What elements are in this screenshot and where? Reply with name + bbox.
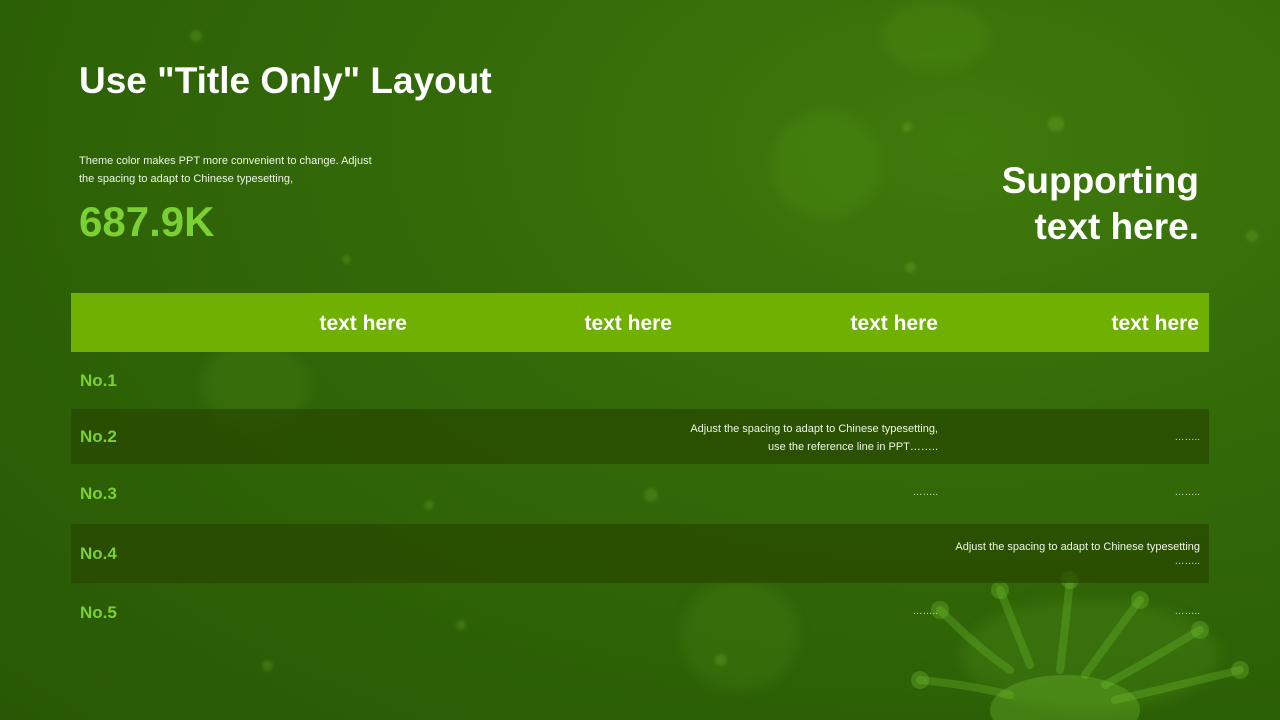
table-row: No.3 …….. …….. <box>71 464 1209 524</box>
table-header: text here text here text here text here <box>71 293 1209 352</box>
dot-decoration <box>342 255 351 264</box>
supporting-text: Supporting text here. <box>879 158 1199 250</box>
table-row: No.2 Adjust the spacing to adapt to Chin… <box>71 409 1209 464</box>
column-header: text here <box>850 312 938 335</box>
bokeh-decoration <box>770 110 880 220</box>
table-cell: …….. <box>912 487 938 498</box>
table-cell: …….. <box>1174 487 1200 498</box>
table-cell: …….. <box>912 606 938 617</box>
row-label: No.2 <box>80 426 117 446</box>
dot-decoration <box>1048 116 1064 132</box>
cell-text-line: Adjust the spacing to adapt to Chinese t… <box>955 541 1200 553</box>
table-row: No.5 …….. …….. <box>71 583 1209 643</box>
dot-decoration <box>262 660 273 671</box>
cell-dots: …….. <box>1174 556 1200 567</box>
column-header: text here <box>584 312 672 335</box>
row-label: No.1 <box>80 370 117 390</box>
supporting-line-2: text here. <box>1034 206 1199 247</box>
row-label: No.5 <box>80 603 117 622</box>
dot-decoration <box>902 122 912 132</box>
column-header: text here <box>319 312 407 335</box>
cell-text-line: Adjust the spacing to adapt to Chinese t… <box>690 423 938 435</box>
row-label: No.4 <box>80 543 117 563</box>
supporting-line-1: Supporting <box>1001 160 1199 201</box>
dot-decoration <box>1246 230 1258 242</box>
dot-decoration <box>715 654 727 666</box>
table-cell: Adjust the spacing to adapt to Chinese t… <box>880 538 1200 568</box>
bokeh-decoration <box>880 0 990 70</box>
slide-title: Use "Title Only" Layout <box>79 60 492 101</box>
slide: Use "Title Only" Layout Theme color make… <box>0 0 1280 720</box>
column-header: text here <box>1111 312 1199 335</box>
table-cell: …….. <box>1174 606 1200 617</box>
table-cell: Adjust the spacing to adapt to Chinese t… <box>618 420 938 456</box>
big-number: 687.9K <box>79 198 215 245</box>
description-text: Theme color makes PPT more convenient to… <box>79 155 372 185</box>
dot-decoration <box>190 30 202 42</box>
row-label: No.3 <box>80 484 117 503</box>
data-table: text here text here text here text here … <box>71 293 1209 643</box>
cell-text-line: use the reference line in PPT…….. <box>768 441 938 453</box>
table-row: No.4 Adjust the spacing to adapt to Chin… <box>71 524 1209 583</box>
table-cell: …….. <box>1174 432 1200 443</box>
dot-decoration <box>905 262 916 273</box>
table-row: No.1 <box>71 352 1209 409</box>
